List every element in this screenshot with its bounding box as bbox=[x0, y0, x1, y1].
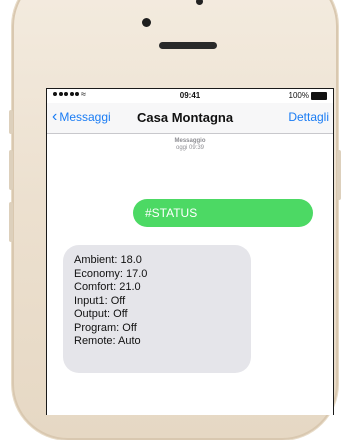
phone-screen: ≈ 09:41 100% ‹ Messaggi Casa Montagna De… bbox=[46, 88, 334, 415]
message-line: Output: Off bbox=[74, 308, 128, 320]
back-label: Messaggi bbox=[59, 110, 111, 124]
outgoing-message-bubble[interactable]: #STATUS bbox=[133, 199, 313, 227]
volume-down-button bbox=[9, 202, 13, 242]
message-timestamp: Messaggio oggi 09:39 bbox=[47, 138, 333, 152]
message-line: Economy: 17.0 bbox=[74, 267, 148, 280]
service-label: Messaggio bbox=[174, 138, 206, 144]
mute-switch bbox=[9, 110, 13, 134]
incoming-message-bubble[interactable]: Ambient: 18.0 Economy: 17.0 Comfort: 21.… bbox=[63, 245, 251, 373]
battery-percent: 100% bbox=[288, 91, 309, 100]
message-line: Input1: Off bbox=[74, 294, 126, 307]
power-button bbox=[337, 150, 341, 200]
navigation-bar: ‹ Messaggi Casa Montagna Dettagli bbox=[47, 103, 333, 134]
message-line: Program: Off bbox=[74, 321, 137, 334]
message-line: Remote: Auto bbox=[74, 335, 141, 347]
earpiece-speaker bbox=[159, 42, 217, 49]
message-line: Comfort: 21.0 bbox=[74, 281, 141, 293]
chevron-left-icon: ‹ bbox=[52, 108, 58, 125]
timestamp-label: oggi 09:39 bbox=[175, 145, 205, 151]
details-button[interactable]: Dettagli bbox=[288, 110, 329, 124]
proximity-sensor bbox=[196, 0, 203, 5]
conversation-title: Casa Montagna bbox=[137, 110, 234, 125]
battery-icon bbox=[311, 92, 327, 100]
volume-up-button bbox=[9, 150, 13, 190]
message-line: Ambient: 18.0 bbox=[74, 254, 142, 266]
back-button[interactable]: ‹ Messaggi bbox=[52, 108, 111, 125]
front-camera bbox=[142, 18, 151, 27]
status-bar: ≈ 09:41 100% bbox=[47, 89, 333, 103]
